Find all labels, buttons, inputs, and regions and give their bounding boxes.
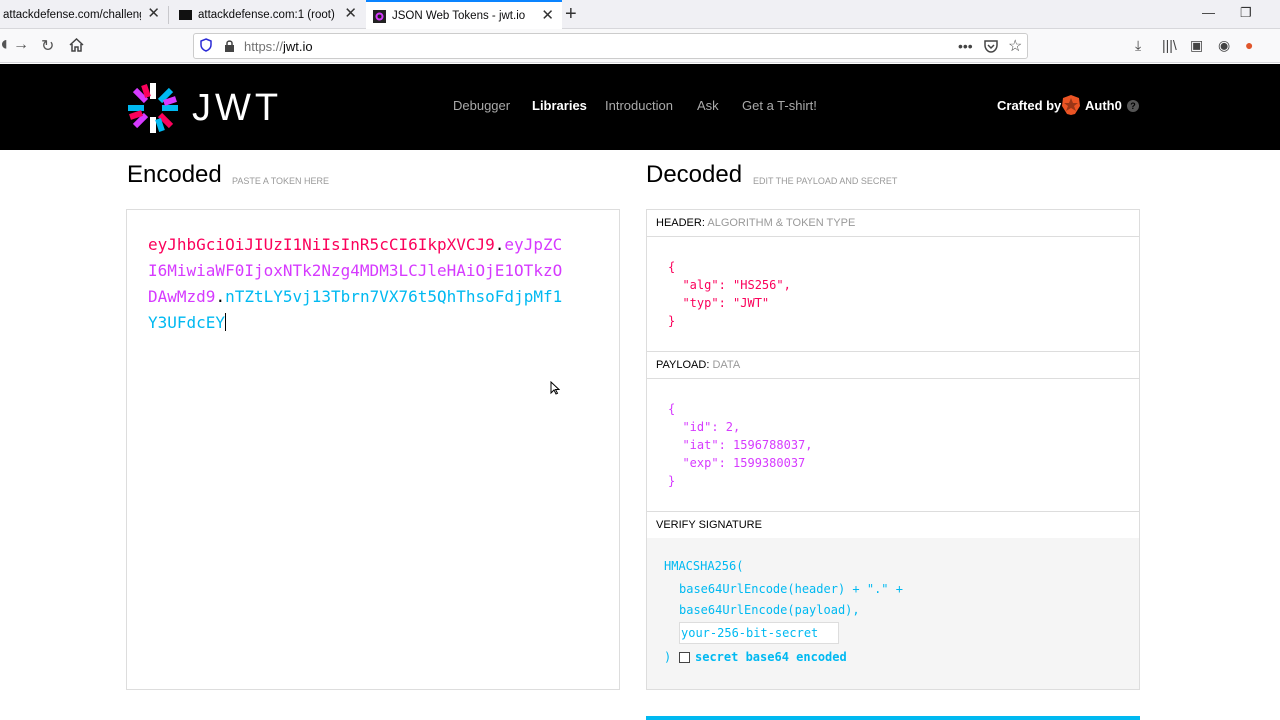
new-tab-icon[interactable]: + [565,3,577,26]
sig-function: HMACSHA256( [664,559,744,573]
verify-label: VERIFY SIGNATURE [656,519,762,531]
close-icon[interactable]: ✕ [147,6,160,22]
page-actions-icon[interactable]: ••• [958,38,973,54]
json-line: "iat": 1596788037, [668,438,813,452]
json-line: } [668,314,676,328]
decoded-subtitle: EDIT THE PAYLOAD AND SECRET [753,176,898,186]
sidebar-icon[interactable]: ▣ [1190,37,1203,54]
json-line: "exp": 1599380037 [668,456,806,470]
header-json-editor[interactable]: { "alg": "HS256", "typ": "JWT" } [668,258,791,330]
token-dot: . [494,235,505,254]
header-label: HEADER: [656,217,705,229]
sig-payload-expr: base64UrlEncode(payload), [679,603,860,617]
mouse-cursor-icon [550,381,560,395]
library-icon[interactable]: |||\ [1162,37,1177,53]
browser-tab-bar: attackdefense.com/challengedd ✕ attackde… [0,0,1280,30]
secret-input[interactable]: your-256-bit-secret [679,622,839,644]
payload-hint: DATA [712,359,741,371]
payload-json-editor[interactable]: { "id": 2, "iat": 1596788037, "exp": 159… [668,400,813,490]
minimize-icon[interactable]: — [1202,5,1215,20]
extension-icon[interactable]: ● [1245,37,1253,53]
terminal-icon [179,9,192,20]
bookmark-star-icon[interactable]: ☆ [1008,36,1022,56]
shield-icon[interactable] [200,38,212,52]
encoded-subtitle: PASTE A TOKEN HERE [232,176,330,186]
token-dot: . [215,287,226,306]
nav-tshirt[interactable]: Get a T-shirt! [742,98,817,113]
verify-section-label: VERIFY SIGNATURE [647,512,1139,539]
auth0-logo-icon[interactable] [1061,94,1081,116]
signature-box: HMACSHA256( base64UrlEncode(header) + ".… [647,538,1139,689]
crafted-by-label: Crafted by [997,98,1062,113]
download-icon[interactable]: ⤓ [1135,37,1141,54]
home-icon[interactable] [69,38,84,52]
nav-debugger[interactable]: Debugger [453,98,510,113]
json-line: "typ": "JWT" [668,296,770,310]
logo-text: JWT [192,87,283,129]
restore-icon[interactable]: ❐ [1240,5,1252,21]
browser-tab[interactable]: attackdefense.com:1 (root) ✕ [169,0,365,29]
url-bar[interactable]: https://jwt.io ••• ☆ [193,33,1028,59]
pocket-icon[interactable] [984,39,998,53]
tab-title: attackdefense.com/challengedd [3,8,141,21]
base64-checkbox[interactable] [679,652,690,663]
nav-introduction[interactable]: Introduction [605,98,673,113]
payload-section-label: PAYLOAD: DATA [647,352,1139,379]
jwt-favicon-icon [373,9,386,23]
encoded-title: Encoded [127,161,222,188]
site-header: JWT Debugger Libraries Introduction Ask … [0,64,1280,150]
jwt-logo-icon[interactable] [126,81,180,135]
base64-checkbox-label[interactable]: secret base64 encoded [695,650,847,664]
nav-ask[interactable]: Ask [697,98,719,113]
browser-tab[interactable]: attackdefense.com/challengedd ✕ [0,0,168,29]
header-section-label: HEADER: ALGORITHM & TOKEN TYPE [647,210,1139,237]
tab-title: attackdefense.com:1 (root) [198,8,335,21]
tab-title: JSON Web Tokens - jwt.io [392,10,526,22]
encoded-token-textarea[interactable]: eyJhbGciOiJIUzI1NiIsInR5cCI6IkpXVCJ9.eyJ… [126,209,620,690]
close-icon[interactable]: ✕ [541,8,554,24]
sig-header-expr: base64UrlEncode(header) + "." + [679,582,903,596]
decoded-title: Decoded [646,161,743,188]
json-line: "alg": "HS256", [668,278,791,292]
browser-tab-active[interactable]: JSON Web Tokens - jwt.io ✕ [366,0,562,30]
payload-label: PAYLOAD: [656,359,710,371]
token-text[interactable]: eyJhbGciOiJIUzI1NiIsInR5cCI6IkpXVCJ9.eyJ… [148,232,568,336]
forward-icon[interactable]: → [13,36,29,54]
close-icon[interactable]: ✕ [344,6,357,22]
url-text: https://jwt.io [244,39,313,54]
decoded-panel: HEADER: ALGORITHM & TOKEN TYPE { "alg": … [646,209,1140,690]
reload-icon[interactable]: ↻ [41,36,54,56]
auth0-link[interactable]: Auth0 [1085,98,1122,113]
browser-nav-bar: ◖ → ↻ https://jwt.io ••• ☆ ⤓ |||\ ▣ ◉ ● [0,29,1280,63]
url-protocol: https:// [244,39,284,54]
header-hint: ALGORITHM & TOKEN TYPE [707,217,856,229]
signature-verified-bar [646,716,1140,720]
back-icon[interactable]: ◖ [0,33,10,56]
url-host: jwt.io [283,39,313,54]
token-header-part: eyJhbGciOiJIUzI1NiIsInR5cCI6IkpXVCJ9 [148,235,495,254]
json-line: { [668,402,676,416]
lock-icon[interactable] [224,39,235,53]
account-icon[interactable]: ◉ [1218,37,1230,54]
json-line: "id": 2, [668,420,741,434]
help-icon[interactable]: ? [1127,100,1139,112]
json-line: } [668,474,676,488]
json-line: { [668,260,676,274]
text-caret [225,313,227,331]
sig-close-paren: ) [664,650,672,664]
nav-libraries[interactable]: Libraries [532,98,587,113]
